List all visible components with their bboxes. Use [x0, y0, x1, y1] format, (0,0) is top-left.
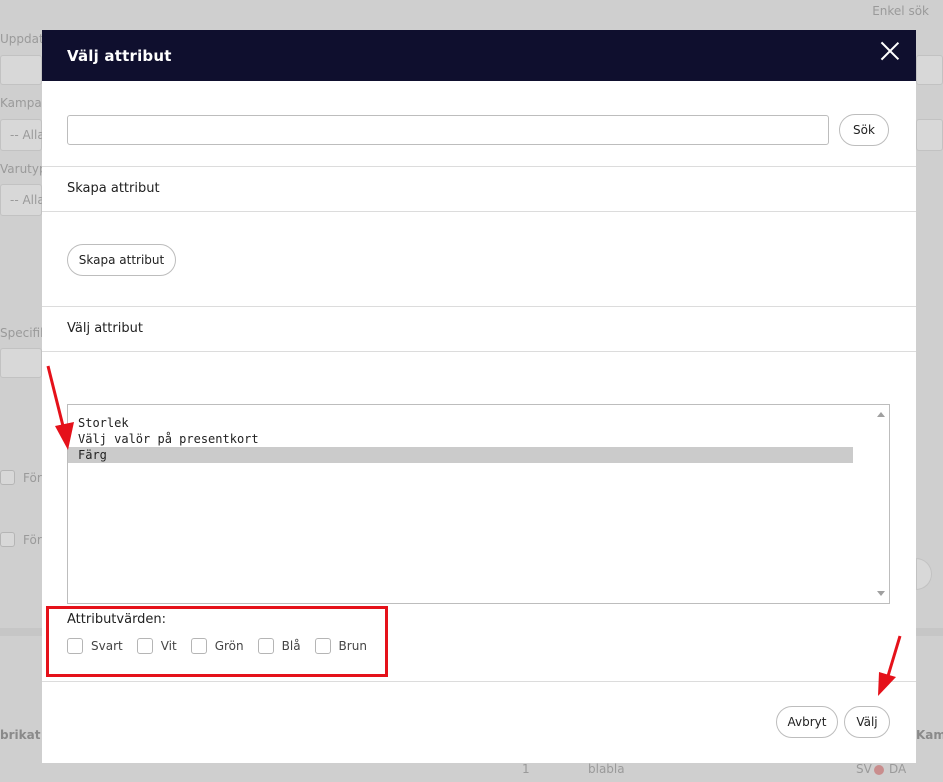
bg-label-varutyp: Varutyp [0, 162, 47, 176]
bg-row-name: blabla [588, 762, 625, 776]
footer-divider [42, 681, 916, 682]
bg-status-dot [874, 765, 884, 775]
bg-select-kampanj-right [916, 119, 943, 151]
divider [42, 211, 916, 212]
divider [42, 166, 916, 167]
search-input[interactable] [67, 115, 829, 145]
choose-attribute-heading: Välj attribut [67, 321, 143, 336]
simple-search-link: Enkel sök [872, 4, 929, 18]
bg-label-specifik: Specifik [0, 326, 48, 340]
scroll-up-arrow-icon[interactable] [877, 412, 885, 417]
bg-button-right [916, 558, 932, 590]
dialog-header: Välj attribut [42, 30, 916, 81]
bg-select-kampanj-value: -- Alla [10, 128, 45, 142]
create-attribute-heading: Skapa attribut [67, 181, 160, 196]
search-button[interactable]: Sök [839, 114, 889, 146]
list-option-storlek[interactable]: Storlek [68, 415, 853, 431]
scroll-down-arrow-icon[interactable] [877, 591, 885, 596]
bg-field-1-right [916, 55, 943, 85]
annotation-arrow-icon [878, 635, 902, 696]
bg-select-varutyp-value: -- Alla [10, 193, 45, 207]
bg-lang-sv: SV [856, 762, 872, 776]
cancel-button[interactable]: Avbryt [776, 706, 838, 738]
bg-checkbox-1 [0, 470, 15, 485]
divider [42, 351, 916, 352]
choose-button[interactable]: Välj [844, 706, 890, 738]
bg-row-number: 1 [522, 762, 530, 776]
annotation-highlight-box [46, 606, 388, 677]
bg-field-specifik [0, 348, 42, 378]
close-icon[interactable] [880, 41, 900, 61]
annotation-arrow-icon [46, 365, 74, 450]
divider [42, 306, 916, 307]
bg-field-1 [0, 55, 42, 85]
bg-column-kampanj: Kamp [916, 728, 943, 742]
search-row: Sök [67, 114, 889, 146]
bg-checkbox-2 [0, 532, 15, 547]
bg-label-kampanj: Kampa [0, 96, 42, 110]
create-attribute-button[interactable]: Skapa attribut [67, 244, 176, 276]
list-option-presentkort[interactable]: Välj valör på presentkort [68, 431, 853, 447]
list-option-farg[interactable]: Färg [68, 447, 853, 463]
bg-label-for-2: För [23, 533, 42, 547]
bg-lang-da: DA [889, 762, 907, 776]
bg-label-for-1: För [23, 471, 42, 485]
bg-label-uppdat: Uppdat [0, 32, 44, 46]
dialog-title: Välj attribut [67, 46, 172, 65]
attribute-listbox[interactable]: Storlek Välj valör på presentkort Färg [67, 404, 890, 604]
bg-column-fabrikat: brikat [0, 728, 41, 742]
